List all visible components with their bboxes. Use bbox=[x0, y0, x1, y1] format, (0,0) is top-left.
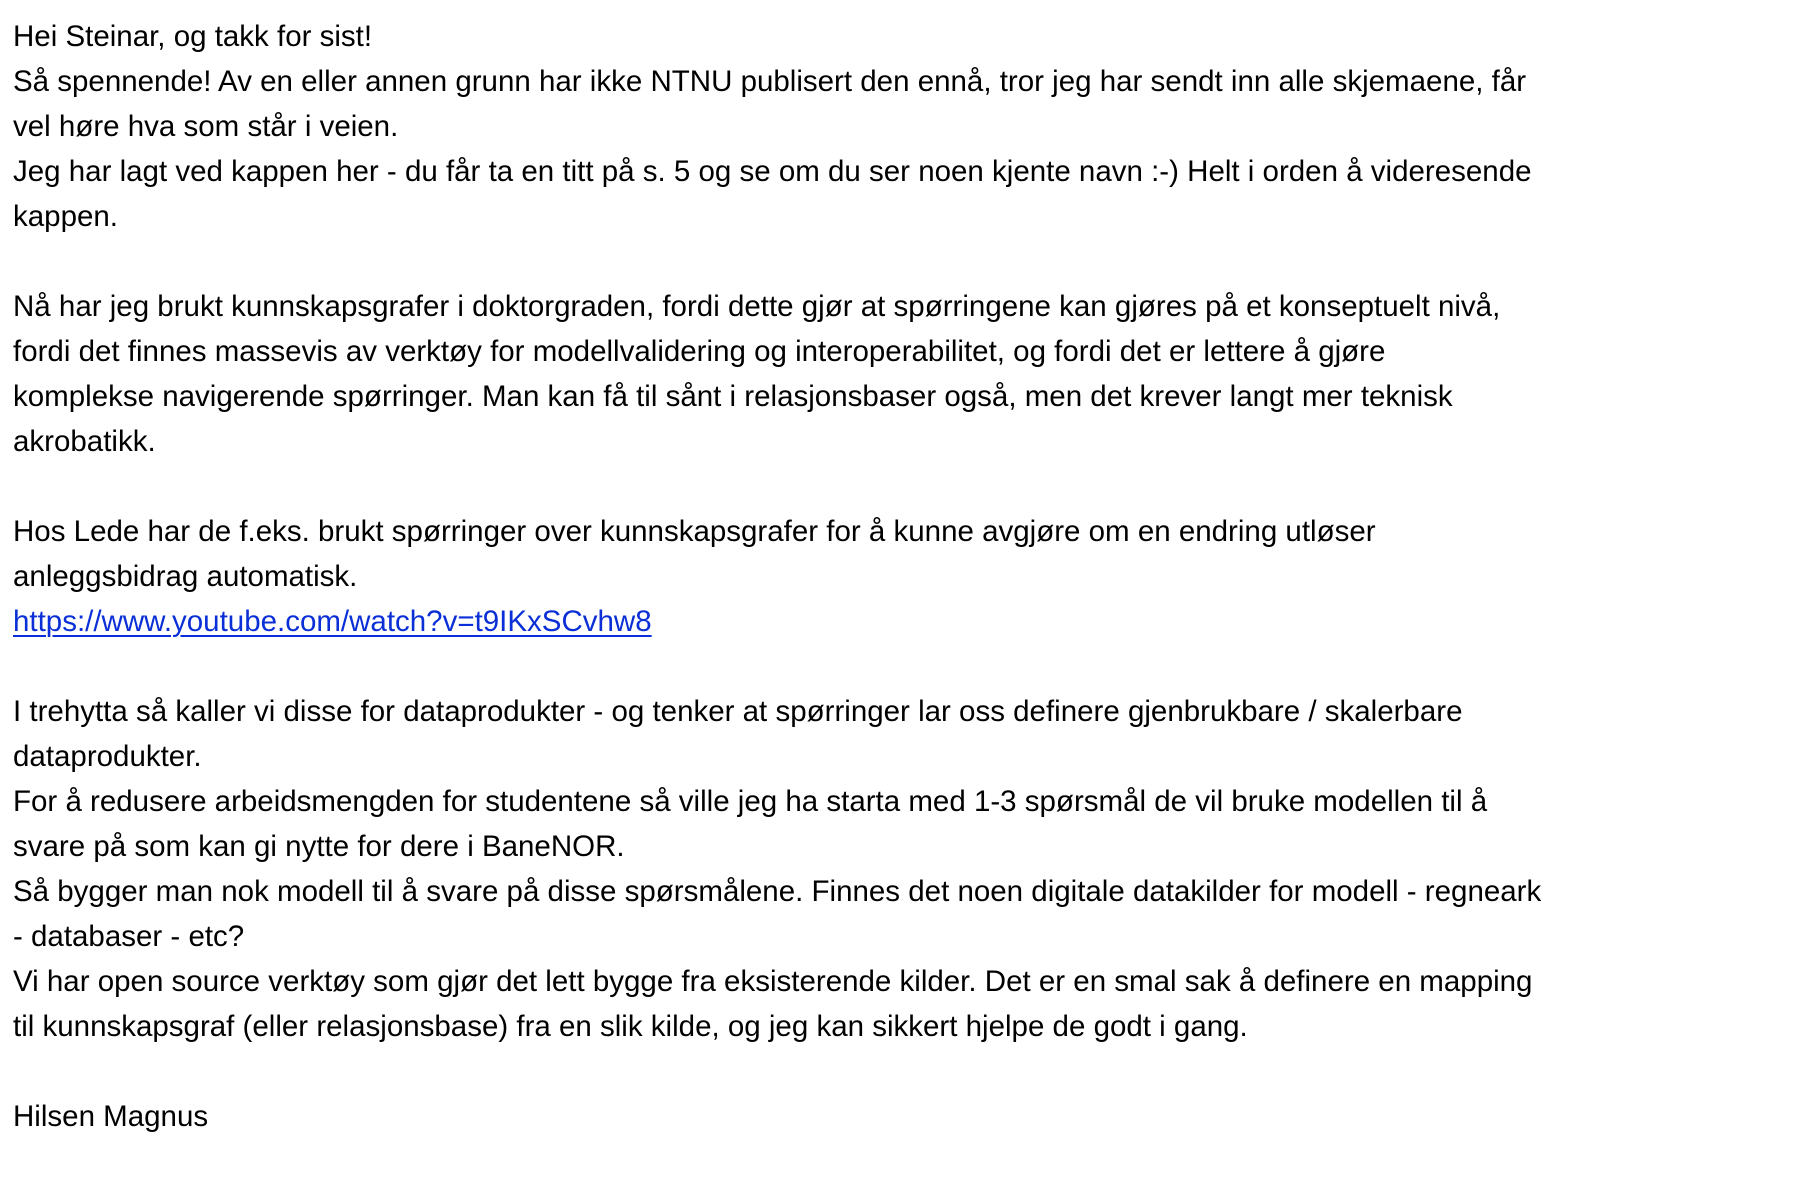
paragraph-lede-example: Hos Lede har de f.eks. brukt spørringer … bbox=[13, 509, 1783, 644]
text-line: fordi det finnes massevis av verktøy for… bbox=[13, 335, 1386, 368]
text-line: Vi har open source verktøy som gjør det … bbox=[13, 965, 1533, 998]
text-line: I trehytta så kaller vi disse for datapr… bbox=[13, 695, 1463, 728]
text-line: akrobatikk. bbox=[13, 425, 156, 458]
text-line: svare på som kan gi nytte for dere i Ban… bbox=[13, 830, 625, 863]
text-line: til kunnskapsgraf (eller relasjonsbase) … bbox=[13, 1010, 1248, 1043]
text-line: kappen. bbox=[13, 200, 118, 233]
text-line: Nå har jeg brukt kunnskapsgrafer i dokto… bbox=[13, 290, 1501, 323]
youtube-link[interactable]: https://www.youtube.com/watch?v=t9IKxSCv… bbox=[13, 605, 652, 638]
paragraph-knowledge-graphs: Nå har jeg brukt kunnskapsgrafer i dokto… bbox=[13, 284, 1783, 464]
text-line: - databaser - etc? bbox=[13, 920, 245, 953]
text-line: For å redusere arbeidsmengden for studen… bbox=[13, 785, 1488, 818]
text-line: komplekse navigerende spørringer. Man ka… bbox=[13, 380, 1453, 413]
paragraph-thesis-status: Så spennende! Av en eller annen grunn ha… bbox=[13, 59, 1783, 239]
signature: Hilsen Magnus bbox=[13, 1100, 209, 1133]
link-line: https://www.youtube.com/watch?v=t9IKxSCv… bbox=[13, 599, 1783, 644]
text-line: Jeg har lagt ved kappen her - du får ta … bbox=[13, 155, 1532, 188]
text-line: Hos Lede har de f.eks. brukt spørringer … bbox=[13, 515, 1376, 548]
paragraph-data-products: I trehytta så kaller vi disse for datapr… bbox=[13, 689, 1783, 1049]
text-line: Så bygger man nok modell til å svare på … bbox=[13, 875, 1542, 908]
text-line: vel høre hva som står i veien. bbox=[13, 110, 399, 143]
text-line: Så spennende! Av en eller annen grunn ha… bbox=[13, 65, 1527, 98]
greeting: Hei Steinar, og takk for sist! bbox=[13, 20, 373, 53]
text-line: dataprodukter. bbox=[13, 740, 202, 773]
email-body: Hei Steinar, og takk for sist! Så spenne… bbox=[13, 14, 1783, 1139]
text-line: anleggsbidrag automatisk. bbox=[13, 560, 358, 593]
